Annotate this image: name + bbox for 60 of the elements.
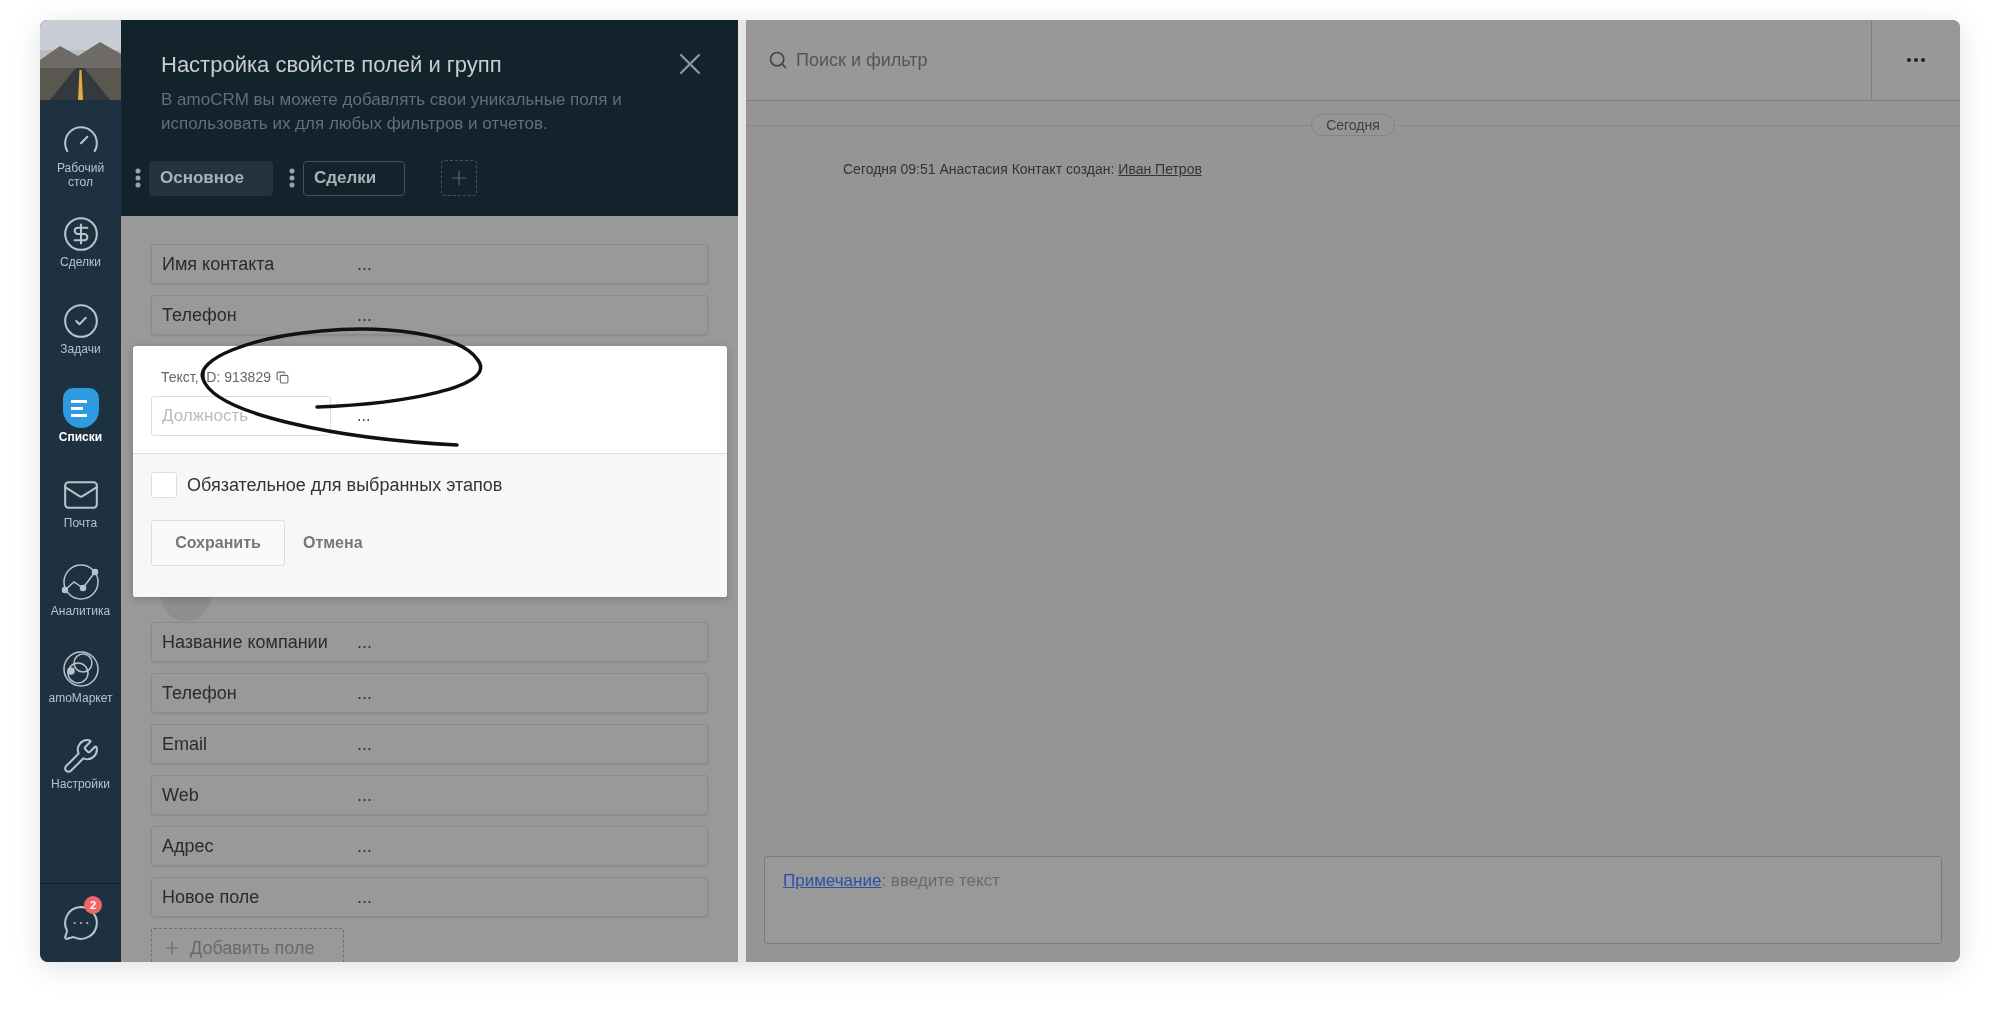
- field-name-input[interactable]: Должность: [151, 396, 331, 436]
- event-text: Сегодня 09:51 Анастасия Контакт создан:: [843, 161, 1116, 177]
- more-icon[interactable]: [1907, 58, 1925, 62]
- sidebar-item[interactable]: Сделки: [40, 199, 121, 286]
- field-name: Email: [162, 733, 208, 755]
- sidebar-item[interactable]: Настройки: [40, 721, 121, 808]
- more-dots[interactable]: ...: [357, 835, 372, 857]
- save-button[interactable]: Сохранить: [151, 520, 285, 566]
- more-dots[interactable]: ...: [357, 733, 372, 755]
- field-row[interactable]: Телефон ...: [151, 673, 708, 713]
- more-dots[interactable]: ...: [357, 682, 372, 704]
- contact-link[interactable]: Иван Петров: [1118, 161, 1202, 177]
- dollar-icon: [61, 215, 100, 254]
- group-tab[interactable]: Сделки: [302, 160, 406, 196]
- more-dots[interactable]: ...: [357, 784, 372, 806]
- field-row[interactable]: Имя контакта ...: [151, 244, 708, 284]
- search-field[interactable]: Поиск и фильтр: [746, 20, 1871, 100]
- list-icon: [62, 388, 99, 429]
- sidebar-item[interactable]: Рабочий стол: [40, 112, 121, 199]
- field-name: Телефон: [162, 304, 238, 326]
- field-row[interactable]: Название компании ...: [151, 622, 708, 662]
- more-dots[interactable]: ...: [357, 631, 372, 653]
- field-row[interactable]: Email ...: [151, 724, 708, 764]
- sidebar-item[interactable]: Задачи: [40, 286, 121, 373]
- sidebar-item[interactable]: Аналитика: [40, 547, 121, 634]
- field-row[interactable]: Новое поле ...: [151, 877, 708, 917]
- field-name: Имя контакта: [162, 253, 276, 275]
- field-row[interactable]: Адрес ...: [151, 826, 708, 866]
- field-name: Адрес: [162, 835, 215, 857]
- panel-title: Настройка свойств полей и групп: [161, 52, 503, 78]
- circles-icon: [60, 649, 101, 690]
- search-icon: [768, 50, 788, 70]
- sidebar-item[interactable]: amoМаркет: [40, 634, 121, 721]
- notification-badge: 2: [84, 896, 102, 914]
- check-icon: [61, 302, 100, 341]
- sidebar-item[interactable]: Списки: [40, 373, 121, 460]
- field-name: Web: [162, 784, 200, 806]
- checkbox[interactable]: [151, 472, 177, 498]
- more-dots[interactable]: ...: [357, 886, 372, 908]
- sidebar-item[interactable]: Почта: [40, 460, 121, 547]
- chart-icon: [60, 562, 101, 603]
- field-row[interactable]: Телефон ...: [151, 295, 708, 335]
- more-dots[interactable]: ...: [357, 407, 371, 425]
- more-dots[interactable]: ...: [357, 304, 372, 326]
- panel-subtitle: В amoCRM вы можете добавлять свои уникальные поля и использовать их для любых фильтров и отчетов.: [161, 89, 623, 135]
- field-name: Название компании: [162, 631, 329, 653]
- wrench-icon: [61, 737, 100, 776]
- more-dots[interactable]: ...: [357, 253, 372, 275]
- cancel-button[interactable]: Отмена: [303, 534, 363, 552]
- search-placeholder: Поиск и фильтр: [796, 49, 928, 71]
- drag-handle-icon[interactable]: [135, 168, 141, 188]
- drag-handle-icon[interactable]: [288, 168, 295, 188]
- field-name: Телефон: [162, 682, 238, 704]
- note-link[interactable]: Примечание: [783, 871, 882, 890]
- field-row[interactable]: Web ...: [151, 775, 708, 815]
- field-name: Новое поле: [162, 886, 261, 908]
- date-badge: Сегодня: [1311, 114, 1395, 136]
- checkbox-label: Обязательное для выбранных этапов: [187, 474, 503, 496]
- group-tab[interactable]: Основное: [149, 160, 273, 196]
- copy-icon[interactable]: [276, 370, 289, 384]
